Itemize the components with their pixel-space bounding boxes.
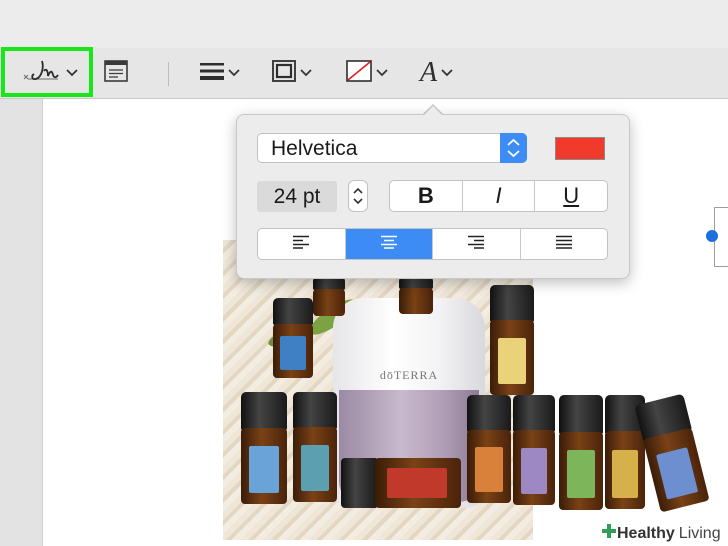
font-size-value: 24 pt <box>273 184 321 208</box>
resize-handle[interactable] <box>706 230 718 242</box>
oil-bottle-lavender <box>513 395 555 505</box>
chevron-down-icon <box>441 64 453 82</box>
oil-bottle <box>634 393 710 513</box>
align-right-button[interactable] <box>433 229 521 259</box>
select-stepper-icon <box>500 133 527 163</box>
watermark-brand: Healthy <box>617 524 675 542</box>
product-image: dōTERRA <box>223 240 728 540</box>
border-color-button[interactable] <box>272 56 312 90</box>
alignment-group <box>257 228 608 260</box>
chevron-down-icon <box>228 64 240 82</box>
italic-label: I <box>495 183 502 208</box>
align-center-button[interactable] <box>345 229 433 259</box>
border-color-icon <box>272 59 296 87</box>
align-justify-button[interactable] <box>521 229 608 259</box>
text-style-icon: A <box>420 57 438 88</box>
align-center-icon <box>380 235 398 254</box>
line-style-button[interactable] <box>200 56 240 90</box>
oil-bottle <box>273 298 313 378</box>
watermark-suffix: Living <box>678 524 721 542</box>
oil-bottle <box>313 276 345 316</box>
oil-bottle <box>559 395 603 510</box>
oil-bottle <box>399 276 433 314</box>
oil-bottle-lemon <box>490 285 534 395</box>
align-justify-icon <box>555 235 573 254</box>
oil-bottle-zengest <box>293 392 337 502</box>
font-size-stepper[interactable] <box>348 180 368 212</box>
underline-label: U <box>563 183 580 208</box>
note-icon <box>104 59 128 87</box>
underline-button[interactable]: U <box>535 181 607 211</box>
note-button[interactable] <box>104 56 128 90</box>
oil-bottle-on-guard <box>341 458 461 508</box>
align-left-button[interactable] <box>258 229 346 259</box>
chevron-down-icon <box>376 64 388 82</box>
plus-leaf-icon <box>601 523 617 544</box>
font-size-field[interactable]: 24 pt <box>257 181 337 212</box>
line-style-icon <box>200 62 224 85</box>
bold-button[interactable]: B <box>390 181 463 211</box>
bold-label: B <box>417 183 434 208</box>
font-family-value: Helvetica <box>271 137 358 160</box>
fill-color-button[interactable] <box>346 56 388 90</box>
oil-bottle-air <box>241 392 287 504</box>
sidebar-gutter <box>0 99 43 546</box>
chevron-down-icon <box>300 64 312 82</box>
font-family-select[interactable]: Helvetica <box>257 133 527 163</box>
oil-bottle <box>467 395 511 503</box>
text-style-button[interactable]: A <box>420 56 453 90</box>
text-color-swatch[interactable] <box>555 137 605 160</box>
diffuser-logo: dōTERRA <box>379 368 439 382</box>
italic-button[interactable]: I <box>463 181 536 211</box>
watermark: Healthy Living <box>597 521 727 546</box>
signature-highlight-box <box>1 47 93 97</box>
align-left-icon <box>292 235 310 254</box>
fill-color-icon <box>346 59 372 87</box>
window-top-area <box>0 0 728 49</box>
popover-arrow <box>423 106 443 116</box>
font-style-group: B I U <box>389 180 608 212</box>
align-right-icon <box>467 235 485 254</box>
toolbar-divider <box>168 62 169 86</box>
